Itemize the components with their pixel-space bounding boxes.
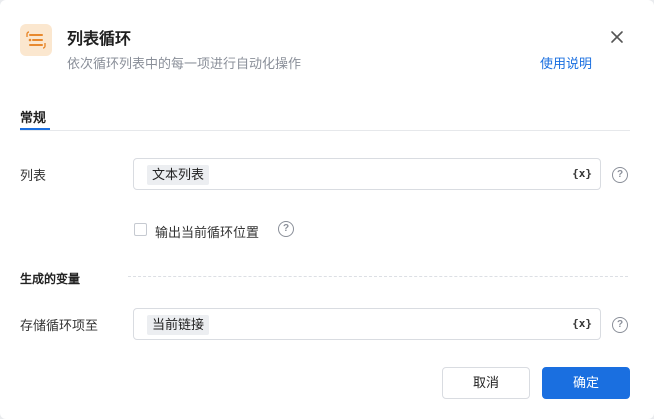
store-help-icon[interactable]: ? [612, 317, 628, 333]
cancel-button[interactable]: 取消 [442, 367, 530, 399]
list-label: 列表 [20, 168, 47, 183]
list-variable-tag[interactable]: 文本列表 [147, 165, 210, 185]
tabs-divider [20, 130, 630, 131]
help-link[interactable]: 使用说明 [540, 53, 592, 72]
store-input[interactable]: 当前链接 {x} [133, 308, 601, 340]
output-index-checkbox[interactable] [134, 223, 147, 236]
list-help-icon[interactable]: ? [612, 167, 628, 183]
store-variable-tag[interactable]: 当前链接 [147, 315, 210, 335]
list-input[interactable]: 文本列表 {x} [133, 158, 601, 190]
store-label: 存储循环项至 [20, 318, 99, 333]
output-index-help-icon[interactable]: ? [278, 221, 294, 237]
dialog-title: 列表循环 [67, 31, 132, 48]
list-loop-dialog: 列表循环 依次循环列表中的每一项进行自动化操作 使用说明 常规 列表 文本列表 … [0, 0, 654, 419]
list-loop-icon [20, 24, 52, 56]
list-variable-picker-button[interactable]: {x} [572, 167, 592, 180]
section-divider [128, 276, 628, 277]
tab-general[interactable]: 常规 [20, 107, 46, 126]
dialog-subtitle: 依次循环列表中的每一项进行自动化操作 [67, 56, 302, 71]
output-index-label[interactable]: 输出当前循环位置 [155, 222, 259, 241]
generated-variables-heading: 生成的变量 [20, 272, 81, 286]
confirm-button[interactable]: 确定 [542, 367, 630, 399]
close-icon[interactable] [607, 27, 627, 47]
store-variable-picker-button[interactable]: {x} [572, 317, 592, 330]
